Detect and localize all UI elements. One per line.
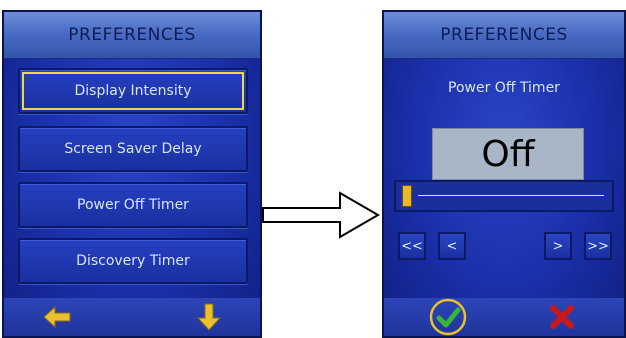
menu-item-display-intensity[interactable]: Display Intensity <box>18 68 248 114</box>
menu-item-label: Display Intensity <box>74 83 192 99</box>
bottom-bar <box>384 298 624 336</box>
right-arrow-icon <box>262 190 380 244</box>
screen-title-bar: PREFERENCES <box>4 12 260 59</box>
step-back-button[interactable]: < <box>438 232 466 260</box>
left-arrow-icon[interactable] <box>42 302 72 332</box>
menu-item-label: Discovery Timer <box>76 253 190 269</box>
step-back-label: < <box>446 238 458 254</box>
value-text: Off <box>481 133 535 175</box>
menu-item-power-off-timer[interactable]: Power Off Timer <box>18 182 248 228</box>
screen-title: PREFERENCES <box>440 25 568 45</box>
power-off-timer-screen: PREFERENCES Power Off Timer Off << < > >… <box>382 10 626 338</box>
setting-name: Power Off Timer <box>448 80 560 96</box>
cross-icon[interactable] <box>542 297 582 336</box>
step-forward-button[interactable]: > <box>544 232 572 260</box>
jump-back-button[interactable]: << <box>398 232 426 260</box>
slider-track <box>418 195 604 196</box>
value-display: Off <box>432 128 584 180</box>
preferences-menu-screen: PREFERENCES Display Intensity Screen Sav… <box>2 10 262 338</box>
down-arrow-icon[interactable] <box>194 302 224 332</box>
jump-forward-button[interactable]: >> <box>584 232 612 260</box>
menu-item-discovery-timer[interactable]: Discovery Timer <box>18 238 248 284</box>
menu-item-label: Power Off Timer <box>77 197 189 213</box>
menu-item-screen-saver-delay[interactable]: Screen Saver Delay <box>18 126 248 172</box>
jump-forward-label: >> <box>587 238 609 254</box>
slider-thumb[interactable] <box>402 185 412 207</box>
jump-back-label: << <box>401 238 423 254</box>
screen-title: PREFERENCES <box>68 25 196 45</box>
screen-title-bar: PREFERENCES <box>384 12 624 59</box>
menu-item-label: Screen Saver Delay <box>64 141 202 157</box>
timer-slider[interactable] <box>394 180 614 212</box>
check-icon[interactable] <box>428 297 468 336</box>
step-forward-label: > <box>552 238 564 254</box>
